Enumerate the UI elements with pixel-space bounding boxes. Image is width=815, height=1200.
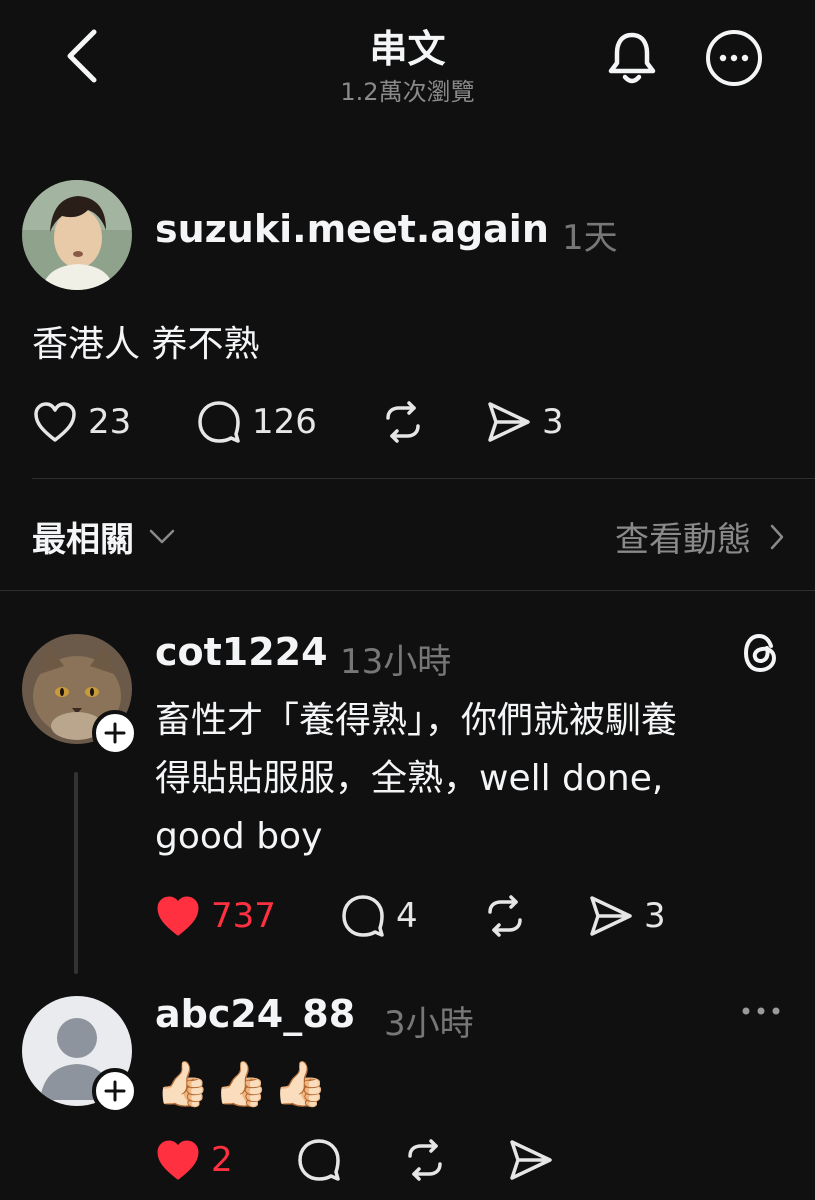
like-button[interactable]: 737 xyxy=(155,894,276,938)
chevron-down-icon xyxy=(149,529,175,543)
chevron-right-icon xyxy=(770,524,784,549)
share-button[interactable]: 3 xyxy=(588,894,666,938)
view-count: 1.2萬次瀏覽 xyxy=(340,78,475,106)
post-text: 香港人 养不熟 xyxy=(32,324,260,365)
more-horizontal-icon xyxy=(742,1007,780,1015)
notifications-button[interactable] xyxy=(600,26,664,90)
share-count: 3 xyxy=(542,402,564,442)
view-activity-label: 查看動態 xyxy=(615,520,751,560)
comment-text-line: 得貼貼服服，全熟，well done, xyxy=(155,758,664,799)
like-count: 737 xyxy=(211,896,276,936)
threads-logo-icon[interactable] xyxy=(740,630,782,680)
page-title: 串文 xyxy=(369,27,446,71)
heart-icon xyxy=(34,402,76,442)
top-header: 串文 1.2萬次瀏覽 xyxy=(0,0,815,120)
comment-more-button[interactable] xyxy=(738,996,784,1030)
repost-icon xyxy=(386,401,420,443)
sort-label: 最相關 xyxy=(32,520,134,560)
like-count: 2 xyxy=(211,1140,233,1180)
comment-bubble-icon xyxy=(198,401,240,443)
divider xyxy=(32,478,815,479)
reply-count: 126 xyxy=(252,402,317,442)
view-activity-link[interactable]: 查看動態 xyxy=(615,512,785,561)
more-options-button[interactable] xyxy=(702,26,766,90)
share-count: 3 xyxy=(644,896,666,936)
send-icon xyxy=(510,1140,552,1180)
repost-icon xyxy=(408,1139,442,1181)
reply-button[interactable]: 126 xyxy=(196,400,317,444)
comment-text-line: 畜性才「養得熟」，你們就被馴養 xyxy=(155,700,678,741)
divider xyxy=(0,590,815,591)
thumbs-up-emoji: 👍🏻 xyxy=(155,1059,210,1110)
thumbs-up-emoji: 👍🏻 xyxy=(213,1059,269,1110)
reply-button[interactable] xyxy=(296,1138,342,1182)
comment-bubble-icon xyxy=(342,895,384,937)
thread-line xyxy=(74,772,78,974)
repost-icon xyxy=(488,895,522,937)
like-button[interactable]: 23 xyxy=(32,400,131,444)
reply-button[interactable]: 4 xyxy=(340,894,418,938)
post-time: 1天 xyxy=(562,218,618,258)
post-author-avatar[interactable] xyxy=(22,180,132,290)
like-button[interactable]: 2 xyxy=(155,1138,233,1182)
sort-dropdown[interactable]: 最相關 xyxy=(32,512,176,561)
repost-button[interactable] xyxy=(380,400,426,444)
heart-filled-icon xyxy=(157,1140,199,1180)
more-icon xyxy=(706,30,762,86)
follow-plus-button[interactable] xyxy=(92,1068,138,1114)
thumbs-up-emoji: 👍🏻 xyxy=(272,1059,328,1110)
comment-username[interactable]: cot1224 xyxy=(155,630,328,674)
heart-filled-icon xyxy=(157,896,199,936)
share-button[interactable] xyxy=(508,1138,554,1182)
plus-icon xyxy=(104,1080,126,1102)
comment-username[interactable]: abc24_88 xyxy=(155,992,355,1036)
plus-icon xyxy=(104,722,126,744)
follow-plus-button[interactable] xyxy=(92,710,138,756)
send-icon xyxy=(590,896,632,936)
bell-icon xyxy=(608,32,656,84)
comment-emoji-text: 👍🏻 👍🏻 👍🏻 xyxy=(155,1058,327,1110)
share-button[interactable]: 3 xyxy=(486,400,564,444)
comment-time: 13小時 xyxy=(340,642,452,682)
comment-text: 畜性才「養得熟」，你們就被馴養 得貼貼服服，全熟，well done, good… xyxy=(155,692,785,866)
like-count: 23 xyxy=(88,402,132,442)
comment-bubble-icon xyxy=(298,1139,340,1181)
repost-button[interactable] xyxy=(482,894,528,938)
comment-text-line: good boy xyxy=(155,816,323,857)
comment-time: 3小時 xyxy=(384,1004,474,1044)
reply-count: 4 xyxy=(396,896,418,936)
repost-button[interactable] xyxy=(402,1138,448,1182)
post-author-username[interactable]: suzuki.meet.again xyxy=(155,207,549,251)
send-icon xyxy=(488,402,530,442)
